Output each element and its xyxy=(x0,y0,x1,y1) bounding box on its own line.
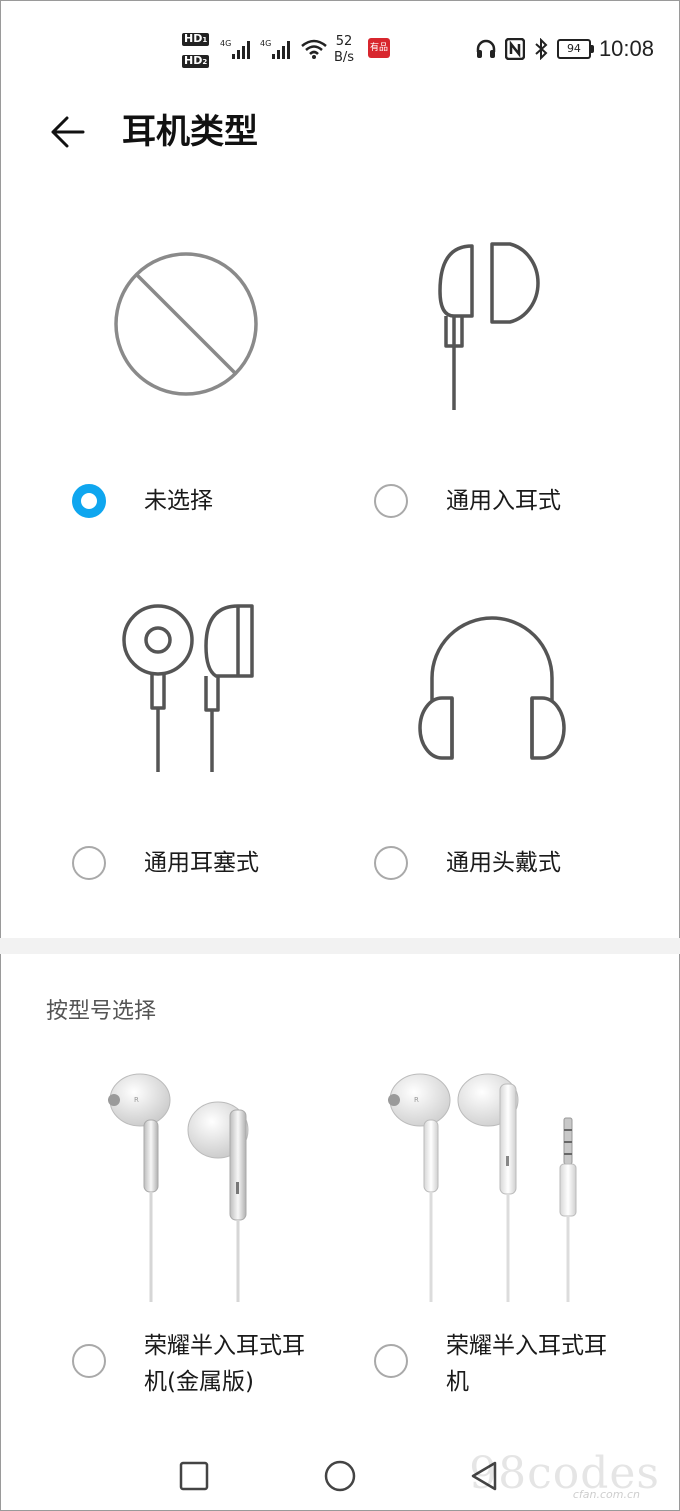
section-title: 按型号选择 xyxy=(46,999,157,1024)
status-bar: HD1 HD2 4G 4G 52 B/s 有品 94 10:08 xyxy=(0,0,680,100)
recent-apps-button[interactable] xyxy=(174,1456,214,1496)
clock: 10:08 xyxy=(598,36,654,61)
home-button[interactable] xyxy=(320,1456,360,1496)
square-recent-icon xyxy=(179,1461,209,1491)
svg-text:R: R xyxy=(134,1096,139,1104)
honor-earphone-image: R xyxy=(388,1073,577,1302)
nfc-icon xyxy=(504,38,525,60)
back-button[interactable] xyxy=(42,110,92,154)
svg-text:R: R xyxy=(414,1096,419,1104)
circle-home-icon xyxy=(324,1460,356,1492)
radio-none[interactable] xyxy=(72,484,106,518)
watermark-sub: cfan.com.cn xyxy=(572,1488,640,1501)
radio-in-ear[interactable] xyxy=(374,484,408,518)
svg-text:4G: 4G xyxy=(220,39,231,48)
option-none-label: 未选择 xyxy=(144,488,213,514)
radio-earbud[interactable] xyxy=(72,846,106,880)
arrow-left-icon xyxy=(51,116,85,148)
wifi-icon xyxy=(301,39,327,59)
option-earbud-label: 通用耳塞式 xyxy=(144,850,259,876)
network-speed: 52 B/s xyxy=(334,34,355,65)
option-in-ear-label: 通用入耳式 xyxy=(446,488,561,514)
svg-text:4G: 4G xyxy=(260,39,271,48)
radio-model-honor-metal[interactable] xyxy=(72,1344,106,1378)
model-honor-metal-label: 荣耀半入耳式耳 机(金属版) xyxy=(144,1333,305,1395)
section-divider xyxy=(0,938,680,954)
model-honor-label: 荣耀半入耳式耳 机 xyxy=(446,1333,607,1395)
app-notification-icon: 有品 xyxy=(368,38,390,58)
hd-voice-badge-1: HD1 xyxy=(182,32,210,46)
battery-icon: 94 xyxy=(556,39,594,59)
page-title: 耳机类型 xyxy=(122,112,258,152)
option-headphones-label: 通用头戴式 xyxy=(446,850,561,876)
hd-voice-badge-2: HD2 xyxy=(182,54,210,68)
radio-model-honor[interactable] xyxy=(374,1344,408,1378)
no-selection-icon xyxy=(114,252,258,396)
radio-headphones[interactable] xyxy=(374,846,408,880)
headphones-icon xyxy=(418,616,566,760)
headset-icon xyxy=(476,39,496,58)
in-ear-earphone-icon xyxy=(438,242,540,410)
honor-earphone-metal-image: R xyxy=(108,1073,249,1302)
signal-icon-1: 4G xyxy=(220,39,250,59)
signal-icon-2: 4G xyxy=(260,39,290,59)
earbud-icon xyxy=(122,604,254,772)
bluetooth-icon xyxy=(535,38,548,60)
